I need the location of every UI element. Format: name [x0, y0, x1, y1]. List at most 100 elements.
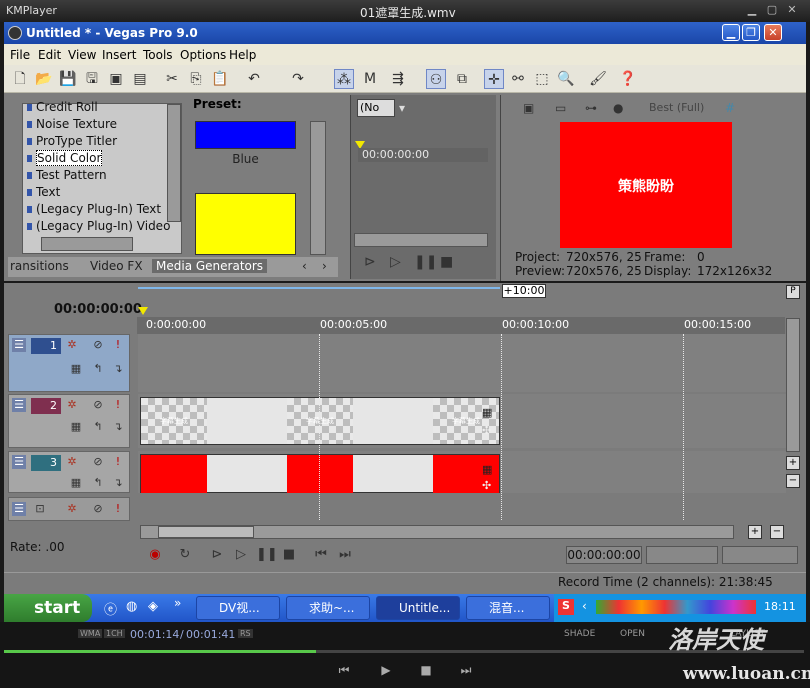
- hscroll-thumb[interactable]: [158, 526, 254, 538]
- h-zoom-out-icon[interactable]: −: [770, 525, 784, 539]
- menu-tools[interactable]: Tools: [143, 48, 173, 62]
- adjust-size-icon[interactable]: ●: [613, 101, 623, 115]
- list-item-selected[interactable]: Solid Color: [27, 150, 103, 166]
- track-fx-icon[interactable]: ✲: [65, 455, 79, 469]
- composite-parent-icon[interactable]: ↰: [91, 420, 105, 434]
- h-zoom-in-icon[interactable]: +: [748, 525, 762, 539]
- taskbar-item[interactable]: DV视...: [196, 596, 280, 620]
- quicklaunch-more-icon[interactable]: »: [174, 596, 181, 610]
- preset-yellow-swatch[interactable]: [195, 193, 296, 255]
- taskbar-item[interactable]: 混音...: [466, 596, 550, 620]
- mute-icon[interactable]: ⊘: [91, 455, 105, 469]
- timeline-vscroll[interactable]: [786, 318, 800, 452]
- open-button[interactable]: OPEN: [620, 629, 645, 639]
- play-from-start-icon[interactable]: ⊳: [208, 547, 226, 563]
- zoom-icon[interactable]: 🔍: [556, 69, 576, 89]
- ie-icon[interactable]: ⓔ: [104, 599, 117, 618]
- preset-blue-swatch[interactable]: [195, 121, 296, 149]
- km-stop-icon[interactable]: ■: [416, 663, 436, 679]
- track-lane-2[interactable]: 字幕生成 字幕生成 字幕生成 ▦ ✣: [138, 394, 786, 448]
- snap-icon[interactable]: ⁂: [334, 69, 354, 89]
- tab-media-generators[interactable]: Media Generators: [152, 259, 268, 273]
- preview-properties-icon[interactable]: ▣: [523, 101, 534, 115]
- km-prev-icon[interactable]: ⏮: [334, 663, 354, 679]
- loop-region-bar[interactable]: [138, 287, 500, 289]
- tab-scroll-left-icon[interactable]: ‹: [302, 259, 307, 273]
- marker-icon[interactable]: M: [360, 69, 380, 89]
- tray-icons[interactable]: [596, 600, 756, 614]
- track-motion-icon[interactable]: ▦: [69, 362, 83, 376]
- track-expand-icon[interactable]: ☰: [12, 502, 26, 516]
- start-button[interactable]: start: [4, 594, 92, 622]
- close-button[interactable]: ✕: [764, 24, 782, 41]
- preview-quality[interactable]: Best (Full): [649, 101, 704, 114]
- loop-playback-icon[interactable]: ↻: [176, 547, 194, 563]
- tray-expand-icon[interactable]: ‹: [582, 599, 587, 613]
- preset-vscroll[interactable]: [310, 121, 326, 255]
- km-close-icon[interactable]: ✕: [784, 2, 800, 18]
- timeline-timecode[interactable]: 00:00:00:00: [54, 302, 142, 317]
- overlays-icon[interactable]: #: [725, 101, 735, 115]
- event-pan-crop-icon[interactable]: ✣: [482, 424, 491, 437]
- ignore-grouping-icon[interactable]: ⧉: [452, 69, 472, 89]
- event-pan-crop-icon[interactable]: ✣: [482, 479, 491, 492]
- list-item[interactable]: (Legacy Plug-In) Video: [27, 219, 170, 233]
- track-lane-3[interactable]: ▦ ✣: [138, 451, 786, 493]
- km-minimize-icon[interactable]: ▁: [744, 2, 760, 18]
- tab-video-fx[interactable]: Video FX: [90, 259, 143, 273]
- list-item[interactable]: Text: [27, 185, 60, 199]
- redo-icon[interactable]: ↷: [288, 69, 308, 89]
- track-header-2[interactable]: ☰ 2 ✲ ⊘ ! ▦ ↰ ↴: [8, 394, 130, 448]
- list-item[interactable]: Credit Roll: [27, 100, 98, 114]
- track-header-3[interactable]: ☰ 3 ✲ ⊘ ! ▦ ↰ ↴: [8, 451, 130, 493]
- restore-button[interactable]: ❐: [742, 24, 760, 41]
- render-icon[interactable]: ▣: [106, 69, 126, 89]
- paint-icon[interactable]: 🖌: [588, 69, 608, 89]
- list-vscroll[interactable]: [167, 104, 181, 222]
- desktop-icon[interactable]: ◍: [126, 599, 137, 614]
- marker-toggle-icon[interactable]: P: [786, 285, 800, 299]
- composite-parent-icon[interactable]: ↰: [91, 362, 105, 376]
- new-icon[interactable]: 🗋: [10, 69, 30, 89]
- copy-icon[interactable]: ⎘: [186, 69, 206, 89]
- menu-edit[interactable]: Edit: [38, 48, 61, 62]
- help-icon[interactable]: ❓: [618, 69, 638, 89]
- zoom-out-icon[interactable]: −: [786, 474, 800, 488]
- track-motion-icon[interactable]: ▦: [69, 420, 83, 434]
- save-icon[interactable]: 💾: [58, 69, 78, 89]
- paste-icon[interactable]: 📋: [210, 69, 230, 89]
- list-item[interactable]: Test Pattern: [27, 168, 107, 182]
- trimmer-play-from-start-icon[interactable]: ⊳: [364, 254, 376, 270]
- track-expand-icon[interactable]: ☰: [12, 398, 26, 412]
- event-fx-icon[interactable]: ▦: [482, 463, 492, 476]
- trimmer-stop-icon[interactable]: ■: [440, 254, 453, 270]
- mute-icon[interactable]: ⊘: [91, 338, 105, 352]
- list-item[interactable]: (Legacy Plug-In) Text: [27, 202, 161, 216]
- track-expand-icon[interactable]: ☰: [12, 338, 26, 352]
- taskbar-item-active[interactable]: Untitle...: [376, 596, 460, 620]
- km-next-icon[interactable]: ⏭: [456, 663, 476, 679]
- selection-start-field[interactable]: [646, 546, 718, 564]
- playback-rate[interactable]: Rate: .00: [10, 540, 64, 554]
- composite-child-icon[interactable]: ↴: [111, 476, 125, 490]
- km-play-icon[interactable]: ▶: [376, 663, 396, 679]
- selection-icon[interactable]: ⬚: [532, 69, 552, 89]
- list-item[interactable]: Noise Texture: [27, 117, 117, 131]
- trimmer-dropdown[interactable]: (No: [357, 99, 395, 117]
- track-header-1[interactable]: ☰ 1 ✲ ⊘ ! ▦ ↰ ↴: [8, 334, 130, 392]
- composite-child-icon[interactable]: ↴: [111, 420, 125, 434]
- event-fx-icon[interactable]: ▦: [482, 406, 492, 419]
- list-hscroll[interactable]: [41, 237, 133, 251]
- trimmer-play-icon[interactable]: ▷: [390, 254, 401, 270]
- envelope-edit-icon[interactable]: ⚯: [508, 69, 528, 89]
- auto-ripple-icon[interactable]: ⇶: [388, 69, 408, 89]
- cursor-position-timecode[interactable]: 00:00:00:00: [566, 546, 642, 564]
- open-icon[interactable]: 📂: [34, 69, 54, 89]
- selection-length-field[interactable]: [722, 546, 798, 564]
- track-motion-icon[interactable]: ▦: [69, 476, 83, 490]
- properties-icon[interactable]: ▤: [130, 69, 150, 89]
- cursor-marker-icon[interactable]: [138, 307, 148, 315]
- record-icon[interactable]: ◉: [146, 547, 164, 563]
- track-lane-1[interactable]: [138, 334, 786, 392]
- split-screen-icon[interactable]: ⊶: [585, 101, 597, 115]
